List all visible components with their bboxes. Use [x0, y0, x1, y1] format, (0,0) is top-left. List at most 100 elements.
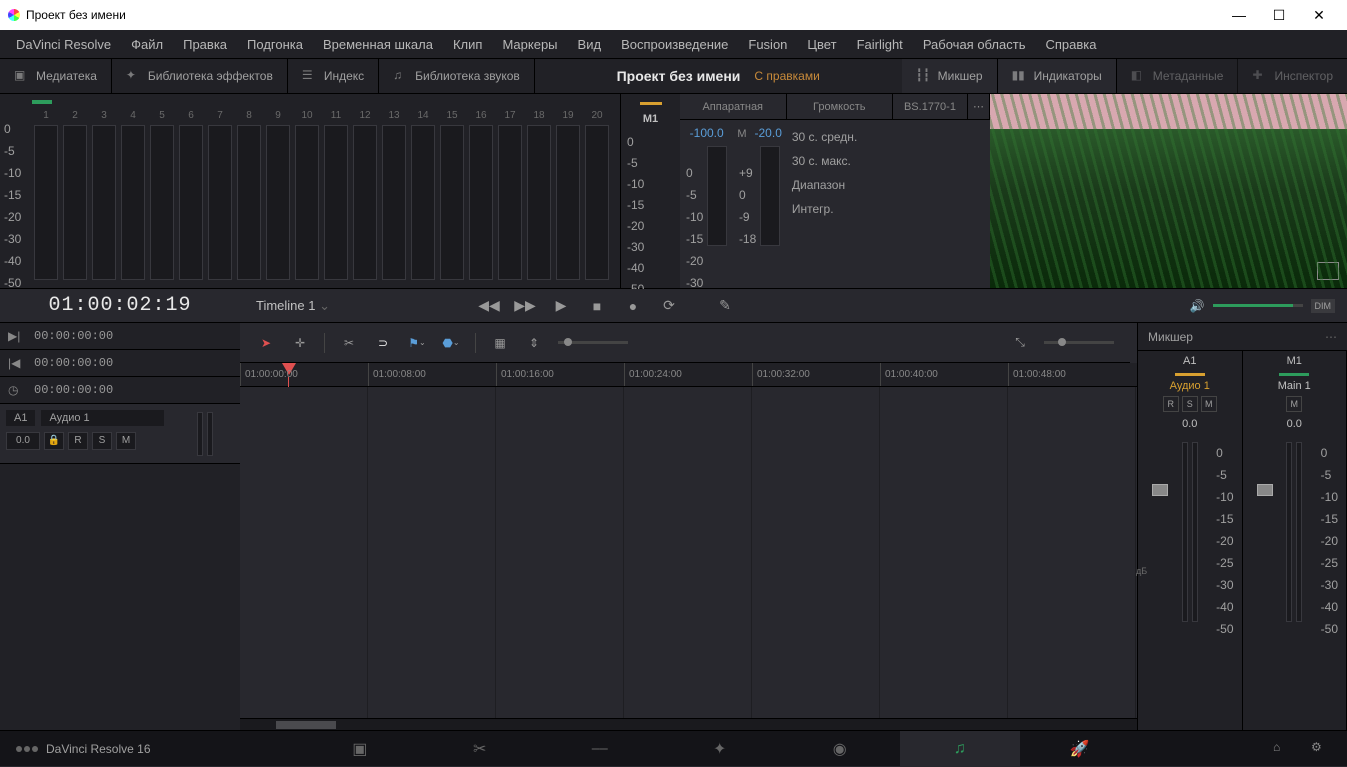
mix-m1-fader[interactable]: 0-5-10-15-20-25-30-40-50 — [1243, 436, 1347, 730]
scissors-icon[interactable]: ✂ — [339, 333, 359, 353]
menu-timeline[interactable]: Временная шкала — [313, 33, 443, 56]
crosshair-tool-icon[interactable]: ✛ — [290, 333, 310, 353]
mixer-channel-a1: A1 Аудио 1 R S M 0.0 дБ 0-5-10-15-20-25-… — [1138, 351, 1243, 730]
page-deliver[interactable]: 🚀 — [1020, 731, 1140, 767]
home-icon[interactable]: ⌂ — [1273, 740, 1291, 758]
menu-playback[interactable]: Воспроизведение — [611, 33, 738, 56]
menu-markers[interactable]: Маркеры — [492, 33, 567, 56]
menu-help[interactable]: Справка — [1035, 33, 1106, 56]
page-edit[interactable]: ⎯⎯ — [540, 731, 660, 767]
mix-a1-arm[interactable]: R — [1163, 396, 1179, 412]
track-id: A1 — [6, 410, 35, 426]
project-title: Проект без имени — [617, 68, 741, 84]
mix-a1-solo[interactable]: S — [1182, 396, 1198, 412]
page-color[interactable]: ◉ — [780, 731, 900, 767]
track-mute-button[interactable]: M — [116, 432, 136, 450]
lock-icon[interactable]: 🔒 — [44, 432, 64, 450]
menubar: DaVinci Resolve Файл Правка Подгонка Вре… — [0, 30, 1347, 58]
tc-row-0[interactable]: 00:00:00:00 — [34, 329, 113, 343]
shield-icon[interactable]: ⬣⌄ — [441, 333, 461, 353]
expand-icon[interactable] — [1317, 262, 1339, 280]
toolbar-effects[interactable]: ✦Библиотека эффектов — [112, 59, 288, 93]
track-name[interactable]: Аудио 1 — [41, 410, 164, 426]
toolbar-media[interactable]: ▣Медиатека — [0, 59, 112, 93]
menu-edit[interactable]: Правка — [173, 33, 237, 56]
menu-fusion[interactable]: Fusion — [738, 33, 797, 56]
monitor-panel: Аппаратная Громкость BS.1770-1 ⋯ -100.0 … — [680, 94, 990, 288]
zoom-icon[interactable]: ⤡ — [1010, 333, 1030, 353]
menu-davinci[interactable]: DaVinci Resolve — [6, 33, 121, 56]
timeline-ruler[interactable]: 01:00:00:0001:00:08:0001:00:16:0001:00:2… — [240, 363, 1137, 387]
volume-icon[interactable]: 🔊 — [1190, 299, 1205, 313]
track-header[interactable]: A1 Аудио 1 0.0 🔒 R S M — [0, 404, 240, 464]
page-media[interactable]: ▣ — [300, 731, 420, 767]
titlebar: Проект без имени — ☐ ✕ — [0, 0, 1347, 30]
menu-trim[interactable]: Подгонка — [237, 33, 313, 56]
dim-button[interactable]: DIM — [1311, 299, 1336, 313]
toolbar-meters[interactable]: ▮▮Индикаторы — [998, 59, 1117, 93]
magnet-icon[interactable]: ⊃ — [373, 333, 393, 353]
menu-view[interactable]: Вид — [568, 33, 612, 56]
page-fusion[interactable]: ✦ — [660, 731, 780, 767]
zoom-slider[interactable] — [1044, 341, 1114, 344]
timeline-scrollbar[interactable] — [240, 718, 1137, 730]
maximize-button[interactable]: ☐ — [1259, 1, 1299, 29]
toolbar-metadata[interactable]: ◧Метаданные — [1117, 59, 1239, 93]
arrow-tool-icon[interactable]: ➤ — [256, 333, 276, 353]
menu-color[interactable]: Цвет — [797, 33, 846, 56]
tc-row-1[interactable]: 00:00:00:00 — [34, 356, 113, 370]
monitor-left-value: -100.0 — [690, 126, 724, 140]
forward-button[interactable]: ▶▶ — [516, 297, 534, 315]
minimize-button[interactable]: — — [1219, 1, 1259, 29]
m1-meter: M1 0-5-10-15-20-30-40-50 — [620, 94, 680, 288]
app-version: DaVinci Resolve 16 — [0, 742, 167, 756]
grid-icon[interactable]: ▦ — [490, 333, 510, 353]
close-button[interactable]: ✕ — [1299, 1, 1339, 29]
height-icon[interactable]: ⇕ — [524, 333, 544, 353]
goto-end-icon[interactable]: |◀ — [8, 356, 22, 370]
meta-icon: ◧ — [1131, 68, 1147, 84]
toolbar-mixer[interactable]: ┇┇Микшер — [902, 59, 998, 93]
menu-clip[interactable]: Клип — [443, 33, 492, 56]
volume-slider[interactable] — [1213, 304, 1303, 307]
page-cut[interactable]: ✂ — [420, 731, 540, 767]
app-logo-icon — [8, 9, 20, 21]
height-slider[interactable] — [558, 341, 628, 344]
menu-file[interactable]: Файл — [121, 33, 173, 56]
rewind-button[interactable]: ◀◀ — [480, 297, 498, 315]
settings-icon[interactable]: ⚙ — [1311, 740, 1329, 758]
timecode-display[interactable]: 01:00:02:19 — [0, 294, 240, 317]
monitor-standard[interactable]: BS.1770-1 — [893, 94, 968, 119]
track-arm-button[interactable]: R — [68, 432, 88, 450]
timeline[interactable]: 01:00:00:0001:00:08:0001:00:16:0001:00:2… — [240, 363, 1137, 730]
flag-icon[interactable]: ⚑⌄ — [407, 333, 427, 353]
menu-workspace[interactable]: Рабочая область — [913, 33, 1036, 56]
toolbar-index[interactable]: ☰Индекс — [288, 59, 379, 93]
toolbar-inspector[interactable]: ✚Инспектор — [1238, 59, 1347, 93]
mix-a1-mute[interactable]: M — [1201, 396, 1217, 412]
timeline-body[interactable] — [240, 387, 1137, 718]
play-button[interactable]: ▶ — [552, 297, 570, 315]
track-solo-button[interactable]: S — [92, 432, 112, 450]
goto-start-icon[interactable]: ▶| — [8, 329, 22, 343]
timeline-selector[interactable]: Timeline 1 — [240, 298, 360, 314]
project-status: С правками — [754, 69, 819, 83]
monitor-tab-loudness[interactable]: Громкость — [787, 94, 894, 119]
clock-icon[interactable]: ◷ — [8, 383, 22, 397]
record-button[interactable]: ● — [624, 297, 642, 315]
toolbar-sounds[interactable]: ♫Библиотека звуков — [379, 59, 535, 93]
mixer-options[interactable]: ⋯ — [1325, 330, 1337, 344]
menu-fairlight[interactable]: Fairlight — [847, 33, 913, 56]
video-preview[interactable] — [990, 94, 1347, 288]
track-panel: ▶| 00:00:00:00 |◀ 00:00:00:00 ◷ 00:00:00:00… — [0, 323, 240, 730]
mix-m1-mute[interactable]: M — [1286, 396, 1302, 412]
track-gain[interactable]: 0.0 — [6, 432, 40, 450]
monitor-tab-hardware[interactable]: Аппаратная — [680, 94, 787, 119]
tc-row-2[interactable]: 00:00:00:00 — [34, 383, 113, 397]
stop-button[interactable]: ■ — [588, 297, 606, 315]
automation-button[interactable]: ✎ — [716, 297, 734, 315]
monitor-options[interactable]: ⋯ — [968, 94, 990, 119]
loop-button[interactable]: ⟳ — [660, 297, 678, 315]
page-fairlight[interactable]: ♫ — [900, 731, 1020, 767]
mix-a1-fader[interactable]: дБ 0-5-10-15-20-25-30-40-50 — [1138, 436, 1242, 730]
